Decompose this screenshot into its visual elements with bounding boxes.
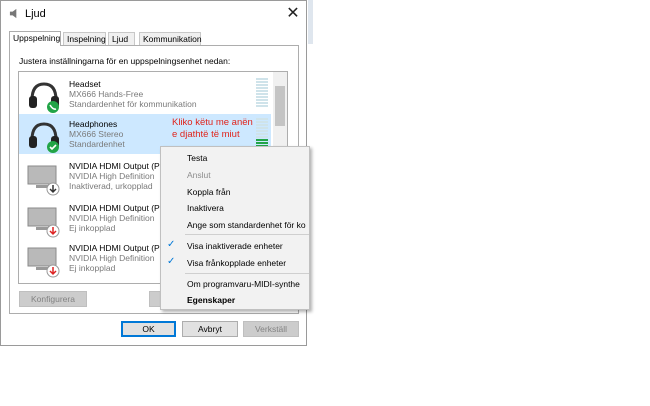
device-name: Headset xyxy=(69,79,101,89)
menu-item-koppla-fran[interactable]: Koppla från xyxy=(187,187,230,197)
device-status: Standardenhet xyxy=(69,139,125,149)
checkmark-icon: ✓ xyxy=(167,239,176,250)
speaker-icon xyxy=(9,8,17,19)
close-button[interactable]: ✕ xyxy=(284,5,302,23)
menu-separator xyxy=(185,234,309,235)
monitor-icon xyxy=(27,207,60,238)
device-status: Inaktiverad, urkopplad xyxy=(69,181,153,191)
device-name: NVIDIA HDMI Output (P xyxy=(69,203,160,213)
device-status: Standardenhet för kommunikation xyxy=(69,99,197,109)
device-row-headset[interactable]: Headset MX666 Hands-Free Standardenhet f… xyxy=(19,74,271,114)
menu-item-midi-synth[interactable]: Om programvaru-MIDI-synthe xyxy=(187,279,300,289)
instruction-text: Justera inställningarna för en uppspelni… xyxy=(19,56,231,66)
headphones-icon xyxy=(29,122,59,153)
headset-icon xyxy=(29,82,59,113)
device-name: NVIDIA HDMI Output (P xyxy=(69,161,160,171)
background-window-edge xyxy=(308,0,313,44)
menu-item-show-disconnected[interactable]: Visa frånkopplade enheter xyxy=(187,258,286,268)
device-description: NVIDIA High Definition xyxy=(69,171,155,181)
monitor-icon xyxy=(27,247,60,278)
device-status: Ej inkopplad xyxy=(69,263,116,273)
window-title: Ljud xyxy=(25,8,46,20)
title-bar: Ljud ✕ xyxy=(1,1,306,27)
scrollbar-thumb[interactable] xyxy=(275,86,285,126)
monitor-icon xyxy=(27,165,60,196)
menu-item-show-disabled[interactable]: Visa inaktiverade enheter xyxy=(187,241,283,251)
menu-item-testa[interactable]: Testa xyxy=(187,153,207,163)
menu-item-inaktivera[interactable]: Inaktivera xyxy=(187,203,224,213)
configure-button[interactable]: Konfigurera xyxy=(19,291,87,307)
phone-badge-icon xyxy=(47,101,59,113)
ok-button[interactable]: OK xyxy=(121,321,176,337)
menu-item-anslut: Anslut xyxy=(187,170,211,180)
device-description: MX666 Stereo xyxy=(69,129,124,139)
device-description: MX666 Hands-Free xyxy=(69,89,144,99)
device-name: Headphones xyxy=(69,119,118,129)
context-menu: Testa Anslut Koppla från Inaktivera Ange… xyxy=(160,146,310,310)
tab-uppspelning[interactable]: Uppspelning xyxy=(9,31,61,46)
annotation-text: Kliko këtu me anën e djathtë të miut xyxy=(172,117,253,140)
menu-item-set-default[interactable]: Ange som standardenhet för ko xyxy=(187,220,306,230)
tab-inspelning[interactable]: Inspelning xyxy=(63,32,106,45)
cancel-button[interactable]: Avbryt xyxy=(182,321,238,337)
checkmark-icon: ✓ xyxy=(167,256,176,267)
tab-kommunikation[interactable]: Kommunikation xyxy=(139,32,202,45)
device-name: NVIDIA HDMI Output (P xyxy=(69,243,160,253)
volume-meter xyxy=(256,78,268,110)
device-status: Ej inkopplad xyxy=(69,223,116,233)
menu-item-properties[interactable]: Egenskaper xyxy=(187,295,235,305)
device-description: NVIDIA High Definition xyxy=(69,213,155,223)
menu-separator xyxy=(185,273,309,274)
tab-ljud[interactable]: Ljud xyxy=(108,32,135,45)
device-description: NVIDIA High Definition xyxy=(69,253,155,263)
apply-button[interactable]: Verkställ xyxy=(243,321,299,337)
